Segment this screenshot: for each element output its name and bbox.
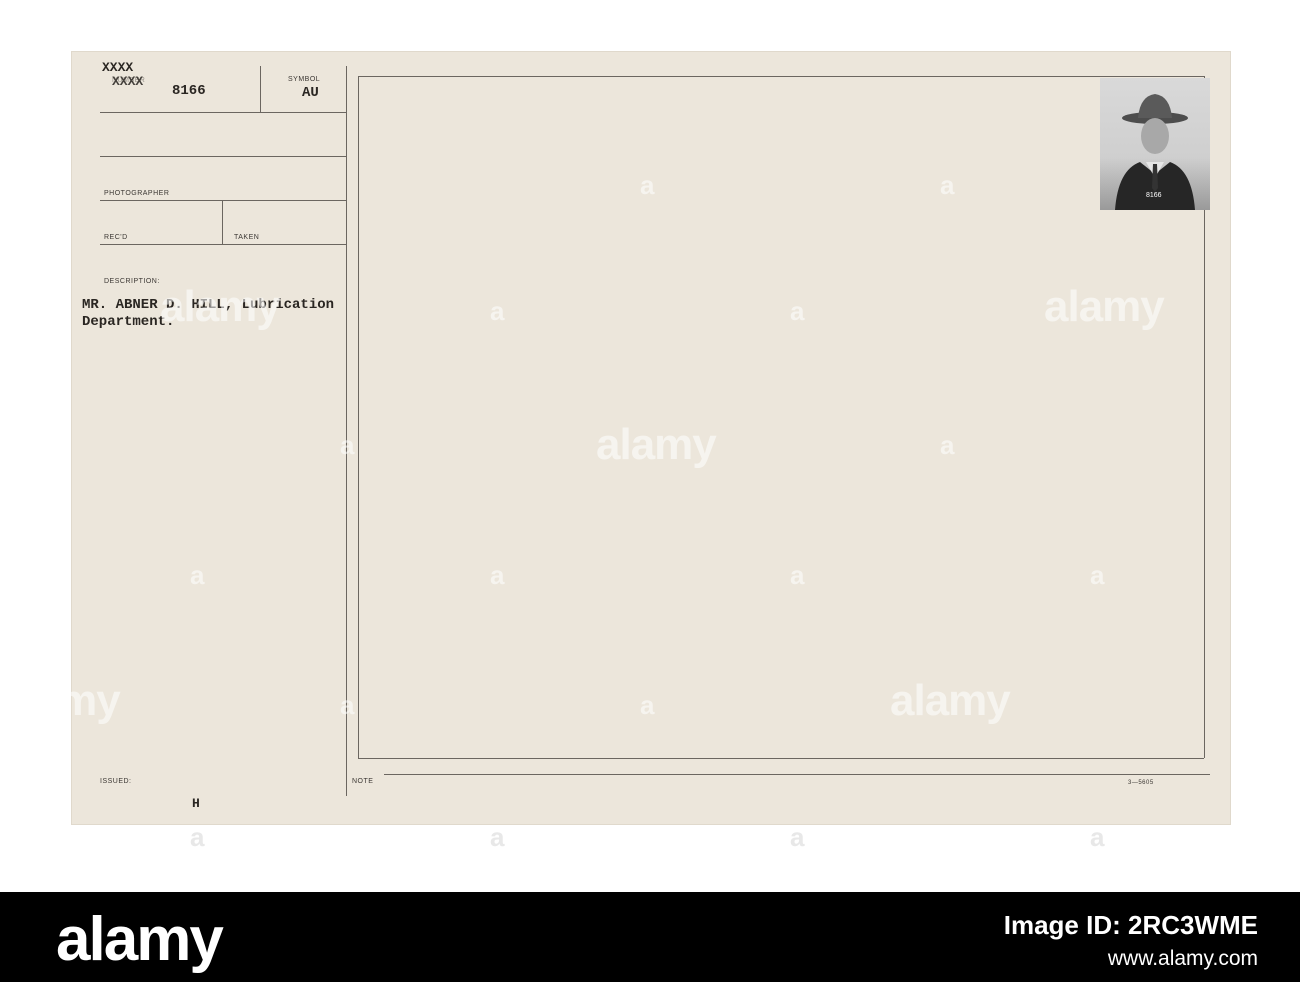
portrait-photo-icon: 8166 (1100, 78, 1210, 210)
watermark-a-13: a (790, 560, 805, 590)
photographer-label: PHOTOGRAPHER (104, 190, 170, 197)
rule-number-symbol-divider (260, 66, 261, 112)
watermark-a-20: a (1090, 822, 1105, 852)
watermark-a-3: a (940, 170, 955, 200)
watermark-a-14: a (1090, 560, 1105, 590)
note-label: NOTE (352, 778, 374, 785)
issued-label: ISSUED: (100, 778, 132, 785)
watermark-a-1: a (42, 170, 57, 200)
recd-label: REC'D (104, 234, 128, 241)
footer-info: Image ID: 2RC3WME www.alamy.com (1004, 910, 1258, 971)
form-number: 3—5605 (1128, 780, 1154, 786)
watermark-a-8: a (340, 430, 355, 460)
watermark-a-6: a (790, 296, 805, 326)
alamy-logo: alamy (56, 905, 224, 974)
footer-bar: alamy Image ID: 2RC3WME www.alamy.com (0, 892, 1300, 982)
frame-top (358, 76, 1204, 77)
watermark-a-16: a (640, 690, 655, 720)
symbol-value: AU (302, 85, 319, 101)
number-label: NUMBER (112, 77, 146, 84)
watermark-2: alamy (1044, 282, 1165, 331)
photo-number: 8166 (1146, 192, 1162, 199)
number-prefix: XXXX (102, 60, 134, 75)
rule-recd-row (100, 244, 346, 245)
rule-recd-taken-divider (222, 200, 223, 244)
watermark-a-7: a (42, 430, 57, 460)
record-number: 8166 (172, 83, 206, 99)
watermark-1: alamy (160, 282, 281, 331)
image-id: Image ID: 2RC3WME (1003, 910, 1258, 940)
issued-value: H (192, 796, 200, 811)
rule-number-row (100, 112, 346, 113)
watermark-a-15: a (340, 690, 355, 720)
portrait-figure-icon (1115, 94, 1195, 210)
taken-label: TAKEN (234, 234, 260, 241)
watermark-a-18: a (490, 822, 505, 852)
watermark-a-12: a (490, 560, 505, 590)
rule-note-row (384, 774, 1210, 775)
symbol-label: SYMBOL (288, 76, 321, 83)
frame-bottom (358, 758, 1204, 759)
watermark-a-10: a (1240, 430, 1255, 460)
watermark-4: alamy (0, 676, 121, 725)
watermark-a-4: a (1240, 170, 1255, 200)
alamy-url[interactable]: www.alamy.com (1004, 947, 1258, 971)
watermark-a-5: a (490, 296, 505, 326)
watermark-a-19: a (790, 822, 805, 852)
watermark-a-9: a (940, 430, 955, 460)
watermark-a-17: a (190, 822, 205, 852)
rule-photographer-row (100, 200, 346, 201)
rule-row-2 (100, 156, 346, 157)
watermark-3: alamy (596, 420, 717, 469)
description-label: DESCRIPTION: (104, 278, 160, 285)
watermark-5: alamy (890, 676, 1011, 725)
watermark-a-2: a (640, 170, 655, 200)
frame-left (358, 76, 359, 758)
watermark-a-11: a (190, 560, 205, 590)
